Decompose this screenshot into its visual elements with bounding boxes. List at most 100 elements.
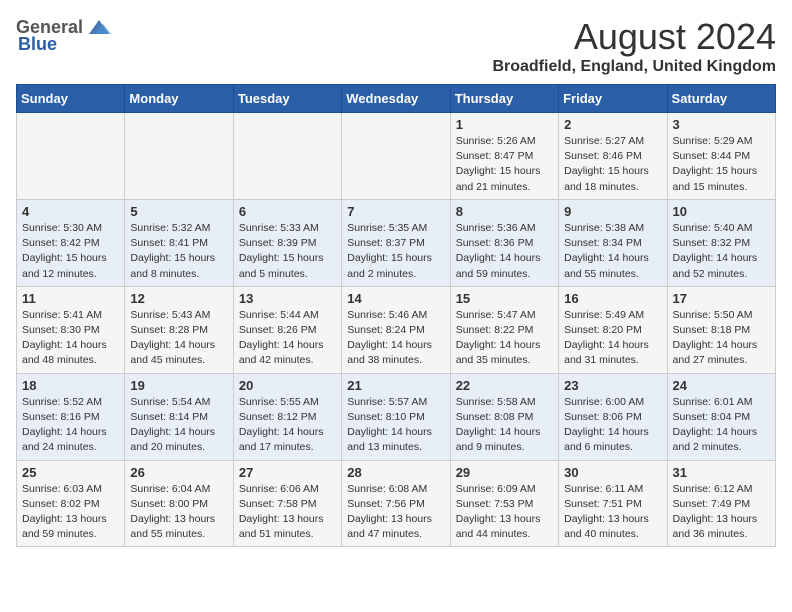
day-number: 28: [347, 465, 444, 480]
header-row: Sunday Monday Tuesday Wednesday Thursday…: [17, 85, 776, 113]
calendar-table: Sunday Monday Tuesday Wednesday Thursday…: [16, 84, 776, 547]
header-friday: Friday: [559, 85, 667, 113]
calendar-cell: 27 Sunrise: 6:06 AM Sunset: 7:58 PM Dayli…: [233, 460, 341, 547]
day-info: Sunrise: 5:54 AM Sunset: 8:14 PM Dayligh…: [130, 395, 227, 456]
day-number: 21: [347, 378, 444, 393]
calendar-cell: [17, 113, 125, 200]
logo: General Blue: [16, 16, 113, 55]
day-info: Sunrise: 5:33 AM Sunset: 8:39 PM Dayligh…: [239, 221, 336, 282]
calendar-cell: 10Sunrise: 5:40 AM Sunset: 8:32 PM Dayli…: [667, 199, 775, 286]
day-number: 26: [130, 465, 227, 480]
day-number: 18: [22, 378, 119, 393]
day-number: 15: [456, 291, 553, 306]
header-thursday: Thursday: [450, 85, 558, 113]
day-info: Sunrise: 5:41 AM Sunset: 8:30 PM Dayligh…: [22, 308, 119, 369]
day-info: Sunrise: 5:44 AM Sunset: 8:26 PM Dayligh…: [239, 308, 336, 369]
calendar-cell: 19Sunrise: 5:54 AM Sunset: 8:14 PM Dayli…: [125, 373, 233, 460]
calendar-cell: 13 Sunrise: 5:44 AM Sunset: 8:26 PM Dayli…: [233, 286, 341, 373]
day-info: Sunrise: 5:49 AM Sunset: 8:20 PM Dayligh…: [564, 308, 661, 369]
calendar-cell: [233, 113, 341, 200]
day-number: 31: [673, 465, 770, 480]
day-number: 16: [564, 291, 661, 306]
day-number: 7: [347, 204, 444, 219]
location-subtitle: Broadfield, England, United Kingdom: [492, 58, 776, 76]
day-number: 12: [130, 291, 227, 306]
calendar-cell: 31 Sunrise: 6:12 AM Sunset: 7:49 PM Dayli…: [667, 460, 775, 547]
calendar-body: 1 Sunrise: 5:26 AM Sunset: 8:47 PM Daylig…: [17, 113, 776, 547]
day-number: 9: [564, 204, 661, 219]
week-row-2: 4 Sunrise: 5:30 AM Sunset: 8:42 PM Daylig…: [17, 199, 776, 286]
day-info: Sunrise: 6:08 AM Sunset: 7:56 PM Dayligh…: [347, 482, 444, 543]
header-sunday: Sunday: [17, 85, 125, 113]
header-saturday: Saturday: [667, 85, 775, 113]
day-info: Sunrise: 6:00 AM Sunset: 8:06 PM Dayligh…: [564, 395, 661, 456]
calendar-cell: 24 Sunrise: 6:01 AM Sunset: 8:04 PM Dayli…: [667, 373, 775, 460]
day-number: 22: [456, 378, 553, 393]
day-info: Sunrise: 5:36 AM Sunset: 8:36 PM Dayligh…: [456, 221, 553, 282]
day-number: 4: [22, 204, 119, 219]
day-number: 13: [239, 291, 336, 306]
day-info: Sunrise: 5:46 AM Sunset: 8:24 PM Dayligh…: [347, 308, 444, 369]
day-info: Sunrise: 6:09 AM Sunset: 7:53 PM Dayligh…: [456, 482, 553, 543]
logo-blue-text: Blue: [18, 34, 57, 55]
calendar-cell: 6 Sunrise: 5:33 AM Sunset: 8:39 PM Daylig…: [233, 199, 341, 286]
day-number: 27: [239, 465, 336, 480]
day-info: Sunrise: 5:55 AM Sunset: 8:12 PM Dayligh…: [239, 395, 336, 456]
day-number: 8: [456, 204, 553, 219]
page-header: General Blue August 2024 Broadfield, Eng…: [16, 16, 776, 76]
calendar-cell: 26 Sunrise: 6:04 AM Sunset: 8:00 PM Dayli…: [125, 460, 233, 547]
header-wednesday: Wednesday: [342, 85, 450, 113]
calendar-cell: 21Sunrise: 5:57 AM Sunset: 8:10 PM Dayli…: [342, 373, 450, 460]
week-row-3: 11Sunrise: 5:41 AM Sunset: 8:30 PM Dayli…: [17, 286, 776, 373]
day-number: 30: [564, 465, 661, 480]
day-info: Sunrise: 5:52 AM Sunset: 8:16 PM Dayligh…: [22, 395, 119, 456]
day-number: 29: [456, 465, 553, 480]
calendar-cell: 3 Sunrise: 5:29 AM Sunset: 8:44 PM Daylig…: [667, 113, 775, 200]
day-info: Sunrise: 5:35 AM Sunset: 8:37 PM Dayligh…: [347, 221, 444, 282]
day-number: 24: [673, 378, 770, 393]
day-number: 6: [239, 204, 336, 219]
calendar-cell: 14Sunrise: 5:46 AM Sunset: 8:24 PM Dayli…: [342, 286, 450, 373]
calendar-cell: 22Sunrise: 5:58 AM Sunset: 8:08 PM Dayli…: [450, 373, 558, 460]
calendar-cell: 7 Sunrise: 5:35 AM Sunset: 8:37 PM Daylig…: [342, 199, 450, 286]
calendar-cell: 18 Sunrise: 5:52 AM Sunset: 8:16 PM Dayli…: [17, 373, 125, 460]
day-info: Sunrise: 6:12 AM Sunset: 7:49 PM Dayligh…: [673, 482, 770, 543]
day-info: Sunrise: 5:47 AM Sunset: 8:22 PM Dayligh…: [456, 308, 553, 369]
calendar-cell: 8 Sunrise: 5:36 AM Sunset: 8:36 PM Daylig…: [450, 199, 558, 286]
day-info: Sunrise: 5:27 AM Sunset: 8:46 PM Dayligh…: [564, 134, 661, 195]
day-info: Sunrise: 5:30 AM Sunset: 8:42 PM Dayligh…: [22, 221, 119, 282]
calendar-cell: 29 Sunrise: 6:09 AM Sunset: 7:53 PM Dayli…: [450, 460, 558, 547]
day-info: Sunrise: 5:50 AM Sunset: 8:18 PM Dayligh…: [673, 308, 770, 369]
day-info: Sunrise: 5:43 AM Sunset: 8:28 PM Dayligh…: [130, 308, 227, 369]
logo-icon: [85, 16, 113, 38]
calendar-cell: [125, 113, 233, 200]
day-info: Sunrise: 6:03 AM Sunset: 8:02 PM Dayligh…: [22, 482, 119, 543]
day-info: Sunrise: 6:04 AM Sunset: 8:00 PM Dayligh…: [130, 482, 227, 543]
calendar-header: Sunday Monday Tuesday Wednesday Thursday…: [17, 85, 776, 113]
calendar-cell: 16 Sunrise: 5:49 AM Sunset: 8:20 PM Dayli…: [559, 286, 667, 373]
calendar-cell: 5Sunrise: 5:32 AM Sunset: 8:41 PM Daylig…: [125, 199, 233, 286]
calendar-cell: 1 Sunrise: 5:26 AM Sunset: 8:47 PM Daylig…: [450, 113, 558, 200]
day-number: 1: [456, 117, 553, 132]
day-info: Sunrise: 6:01 AM Sunset: 8:04 PM Dayligh…: [673, 395, 770, 456]
calendar-cell: 30 Sunrise: 6:11 AM Sunset: 7:51 PM Dayli…: [559, 460, 667, 547]
calendar-cell: 11Sunrise: 5:41 AM Sunset: 8:30 PM Dayli…: [17, 286, 125, 373]
calendar-cell: 15 Sunrise: 5:47 AM Sunset: 8:22 PM Dayli…: [450, 286, 558, 373]
calendar-cell: 17Sunrise: 5:50 AM Sunset: 8:18 PM Dayli…: [667, 286, 775, 373]
calendar-cell: 25Sunrise: 6:03 AM Sunset: 8:02 PM Dayli…: [17, 460, 125, 547]
day-info: Sunrise: 6:06 AM Sunset: 7:58 PM Dayligh…: [239, 482, 336, 543]
day-info: Sunrise: 5:26 AM Sunset: 8:47 PM Dayligh…: [456, 134, 553, 195]
calendar-cell: 4 Sunrise: 5:30 AM Sunset: 8:42 PM Daylig…: [17, 199, 125, 286]
day-info: Sunrise: 6:11 AM Sunset: 7:51 PM Dayligh…: [564, 482, 661, 543]
day-info: Sunrise: 5:29 AM Sunset: 8:44 PM Dayligh…: [673, 134, 770, 195]
calendar-cell: 2Sunrise: 5:27 AM Sunset: 8:46 PM Daylig…: [559, 113, 667, 200]
day-info: Sunrise: 5:38 AM Sunset: 8:34 PM Dayligh…: [564, 221, 661, 282]
header-tuesday: Tuesday: [233, 85, 341, 113]
calendar-cell: 28 Sunrise: 6:08 AM Sunset: 7:56 PM Dayli…: [342, 460, 450, 547]
calendar-cell: 9 Sunrise: 5:38 AM Sunset: 8:34 PM Daylig…: [559, 199, 667, 286]
day-number: 23: [564, 378, 661, 393]
calendar-cell: 23 Sunrise: 6:00 AM Sunset: 8:06 PM Dayli…: [559, 373, 667, 460]
month-year-title: August 2024: [492, 16, 776, 58]
day-number: 3: [673, 117, 770, 132]
week-row-4: 18 Sunrise: 5:52 AM Sunset: 8:16 PM Dayli…: [17, 373, 776, 460]
